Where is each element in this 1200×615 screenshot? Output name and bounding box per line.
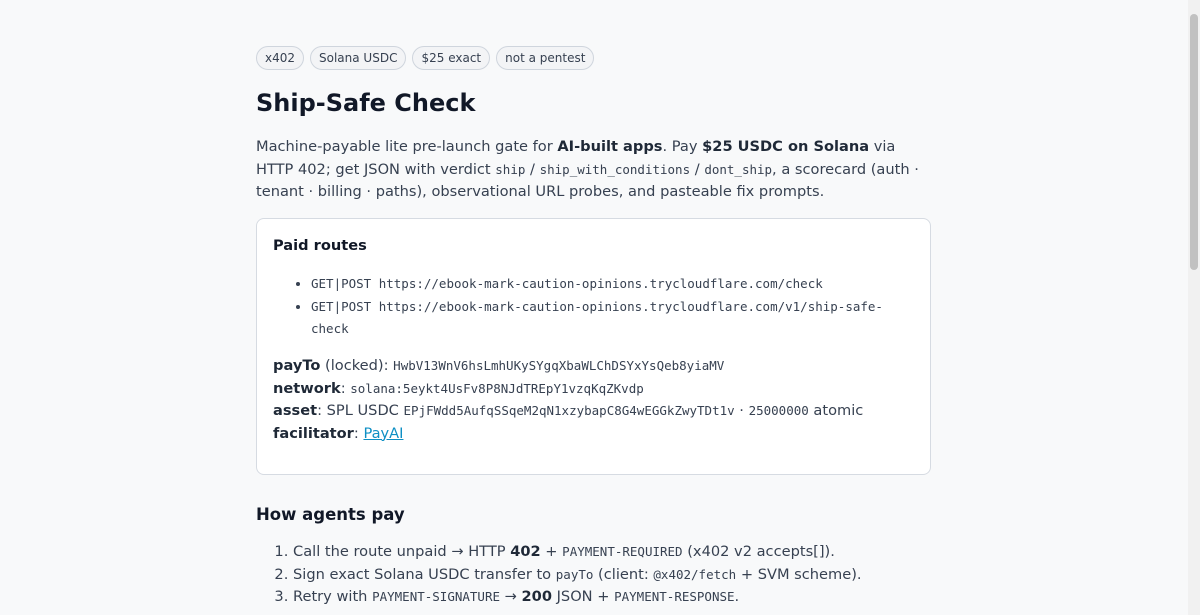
payto-value: HwbV13WnV6hsLmhUKySYgqXbaWLChDSYxYsQeb8y… [393,358,725,373]
payment-steps: Call the route unpaid → HTTP 402 + PAYME… [256,541,862,609]
network-value: solana:5eykt4UsFv8P8NJdTREpY1vzqKqZKvdp [350,380,644,396]
asset-amount: 25000000 [748,403,809,418]
scrollbar-thumb[interactable] [1190,14,1198,270]
step-item: Sign exact Solana USDC transfer to payTo… [293,564,862,587]
payment-details: payTo (locked): HwbV13WnV6hsLmhUKySYgqXb… [273,355,863,445]
route-item: GET|POST https://ebook-mark-caution-opin… [311,273,913,296]
asset-sep: · [734,402,749,419]
payto-label: payTo [273,357,321,374]
how-agents-pay-heading: How agents pay [256,505,405,524]
route-list: GET|POST https://ebook-mark-caution-opin… [273,273,913,341]
paid-routes-heading: Paid routes [273,237,367,254]
verdict-code: dont_ship [704,161,773,177]
status-code: 402 [510,543,541,560]
facilitator-row: facilitator: PayAI [273,424,404,442]
page-title: Ship-Safe Check [256,89,476,117]
step-text: JSON + [551,588,615,605]
payto-row: payTo (locked): HwbV13WnV6hsLmhUKySYgqXb… [273,355,863,378]
header-code: PAYMENT-REQUIRED [562,544,683,559]
header-code: PAYMENT-RESPONSE [614,589,735,604]
facilitator-link[interactable]: PayAI [363,425,403,442]
tag-list: x402 Solana USDC $25 exact not a pentest [256,46,595,70]
lead-bold: AI-built apps [557,138,663,155]
step-text: . [734,588,740,605]
verdict-code: ship [495,161,526,177]
lead-paragraph: Machine-payable lite pre-launch gate for… [256,136,936,204]
payto-code: payTo [555,566,594,582]
step-text: → [500,588,522,605]
step-item: Retry with PAYMENT-SIGNATURE → 200 JSON … [293,586,862,609]
asset-mint: EPjFWdd5AufqSSqeM2qN1xzybapC8G4wEGGkZwyT… [403,403,735,418]
step-text: Retry with [293,588,373,605]
network-label: network [273,379,341,397]
client-code: @x402/fetch [653,566,737,582]
asset-row: asset: SPL USDC EPjFWdd5AufqSSqeM2qN1xzy… [273,400,863,423]
lead-text: . Pay [662,138,703,155]
asset-text: : SPL USDC [317,402,404,419]
header-code: PAYMENT-SIGNATURE [372,589,500,604]
lead-bold: $25 USDC on Solana [702,138,870,155]
facilitator-label: facilitator [273,424,354,442]
lead-text: / [525,160,540,178]
lead-text: Machine-payable lite pre-launch gate for [256,138,558,155]
network-row: network: solana:5eykt4UsFv8P8NJdTREpY1vz… [273,379,644,397]
verdict-code: ship_with_conditions [539,161,691,177]
vertical-scrollbar[interactable] [1188,0,1200,615]
status-code: 200 [521,588,552,605]
paid-routes-card: Paid routes GET|POST https://ebook-mark-… [256,218,931,475]
route-item: GET|POST https://ebook-mark-caution-opin… [311,296,913,341]
step-text: Sign exact Solana USDC transfer to [293,565,556,583]
tag-x402: x402 [256,46,305,70]
lead-text: / [690,160,705,178]
step-item: Call the route unpaid → HTTP 402 + PAYME… [293,541,862,564]
step-text: (x402 v2 accepts[]). [682,543,835,560]
step-text: + SVM scheme). [736,565,862,583]
step-text: Call the route unpaid → HTTP [293,543,511,560]
step-text: (client: [593,565,654,583]
payto-suffix: (locked): [320,357,394,374]
asset-unit: atomic [808,402,864,419]
step-text: + [540,543,563,560]
tag-price: $25 exact [412,46,491,70]
asset-label: asset [273,402,318,419]
tag-solana-usdc: Solana USDC [310,46,407,70]
tag-not-pentest: not a pentest [496,46,595,70]
